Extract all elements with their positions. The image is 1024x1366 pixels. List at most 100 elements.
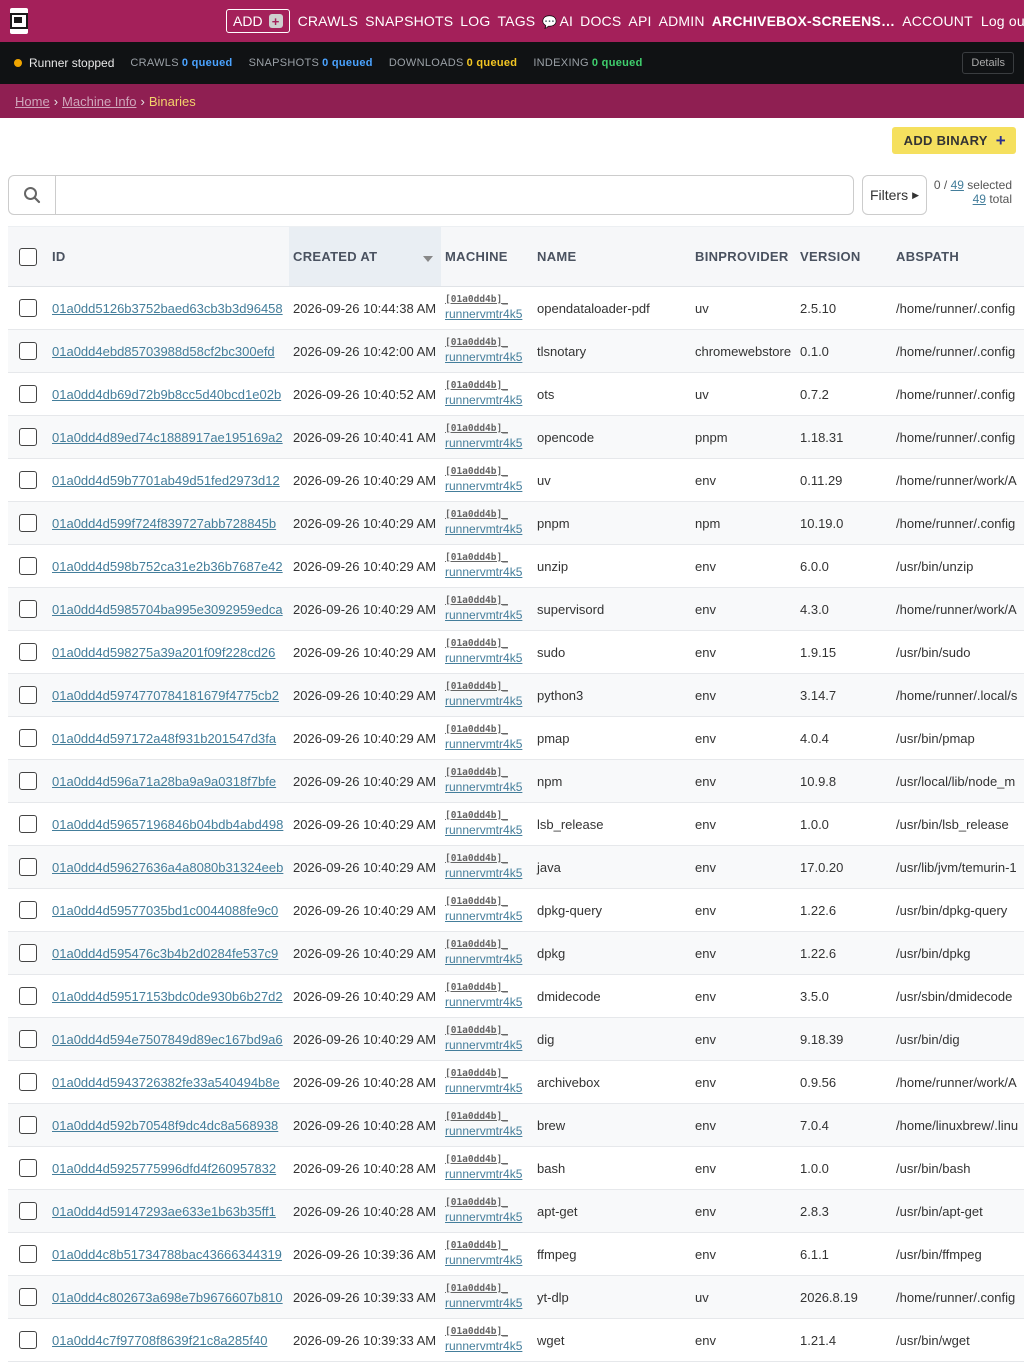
machine-id-link[interactable]: [01a0dd4b]_ [445,939,508,950]
table-row[interactable]: 01a0dd4d59517153bdc0de930b6b27d2 2026-09-… [8,974,1024,1018]
table-row[interactable]: 01a0dd4ebd85703988d58cf2bc300efd 2026-09-… [8,329,1024,373]
row-checkbox[interactable] [19,1030,37,1048]
machine-id-link[interactable]: [01a0dd4b]_ [445,509,508,520]
machine-host-link[interactable]: runnervmtr4k5 [445,393,522,407]
row-checkbox[interactable] [19,471,37,489]
nav-admin[interactable]: ADMIN [659,13,705,29]
nav-log[interactable]: LOG [460,13,490,29]
binary-id-link[interactable]: 01a0dd4d5943726382fe33a540494b8e [52,1075,280,1090]
row-checkbox[interactable] [19,428,37,446]
binary-id-link[interactable]: 01a0dd4c8b51734788bac43666344319 [52,1247,282,1262]
logout-link[interactable]: Log out [981,13,1024,29]
column-header-machine[interactable]: MACHINE [441,226,533,287]
row-checkbox[interactable] [19,299,37,317]
nav-account[interactable]: ACCOUNT [902,13,973,29]
binary-id-link[interactable]: 01a0dd4d598b752ca31e2b36b7687e42 [52,559,283,574]
column-header-version[interactable]: VERSION [796,226,892,287]
machine-id-link[interactable]: [01a0dd4b]_ [445,638,508,649]
table-row[interactable]: 01a0dd4d59577035bd1c0044088fe9c0 2026-09-… [8,888,1024,932]
binary-id-link[interactable]: 01a0dd4c7f97708f8639f21c8a285f40 [52,1333,267,1348]
row-checkbox[interactable] [19,1116,37,1134]
select-all-link[interactable]: 49 [951,178,964,192]
row-checkbox[interactable] [19,858,37,876]
binary-id-link[interactable]: 01a0dd4c802673a698e7b9676607b810 [52,1290,283,1305]
machine-id-link[interactable]: [01a0dd4b]_ [445,896,508,907]
binary-id-link[interactable]: 01a0dd4d59577035bd1c0044088fe9c0 [52,903,278,918]
binary-id-link[interactable]: 01a0dd4d5974770784181679f4775cb2 [52,688,279,703]
binary-id-link[interactable]: 01a0dd4d59147293ae633e1b63b35ff1 [52,1204,276,1219]
row-checkbox[interactable] [19,1073,37,1091]
row-checkbox[interactable] [19,342,37,360]
table-row[interactable]: 01a0dd4c802673a698e7b9676607b810 2026-09-… [8,1275,1024,1319]
table-row[interactable]: 01a0dd4d597172a48f931b201547d3fa 2026-09-… [8,716,1024,760]
row-checkbox[interactable] [19,1159,37,1177]
machine-id-link[interactable]: [01a0dd4b]_ [445,595,508,606]
machine-id-link[interactable]: [01a0dd4b]_ [445,1326,508,1337]
table-row[interactable]: 01a0dd4db69d72b9b8cc5d40bcd1e02b 2026-09-… [8,372,1024,416]
table-row[interactable]: 01a0dd4d5943726382fe33a540494b8e 2026-09-… [8,1060,1024,1104]
machine-host-link[interactable]: runnervmtr4k5 [445,608,522,622]
machine-id-link[interactable]: [01a0dd4b]_ [445,1025,508,1036]
machine-id-link[interactable]: [01a0dd4b]_ [445,1154,508,1165]
binary-id-link[interactable]: 01a0dd4d598275a39a201f09f228cd26 [52,645,275,660]
row-checkbox[interactable] [19,557,37,575]
row-checkbox[interactable] [19,643,37,661]
machine-host-link[interactable]: runnervmtr4k5 [445,1253,522,1267]
row-checkbox[interactable] [19,686,37,704]
machine-host-link[interactable]: runnervmtr4k5 [445,307,522,321]
machine-host-link[interactable]: runnervmtr4k5 [445,651,522,665]
row-checkbox[interactable] [19,1202,37,1220]
machine-host-link[interactable]: runnervmtr4k5 [445,780,522,794]
binary-id-link[interactable]: 01a0dd4d592b70548f9dc4dc8a568938 [52,1118,278,1133]
row-checkbox[interactable] [19,514,37,532]
table-row[interactable]: 01a0dd4d594e7507849d89ec167bd9a6 2026-09-… [8,1017,1024,1061]
machine-host-link[interactable]: runnervmtr4k5 [445,866,522,880]
machine-host-link[interactable]: runnervmtr4k5 [445,436,522,450]
table-row[interactable]: 01a0dd5126b3752baed63cb3b3d96458 2026-09-… [8,286,1024,330]
machine-host-link[interactable]: runnervmtr4k5 [445,522,522,536]
machine-id-link[interactable]: [01a0dd4b]_ [445,380,508,391]
table-row[interactable]: 01a0dd4d5985704ba995e3092959edca 2026-09-… [8,587,1024,631]
machine-id-link[interactable]: [01a0dd4b]_ [445,466,508,477]
binary-id-link[interactable]: 01a0dd4d596a71a28ba9a9a0318f7bfe [52,774,276,789]
machine-id-link[interactable]: [01a0dd4b]_ [445,337,508,348]
column-header-created-at[interactable]: CREATED AT [289,226,441,287]
search-icon[interactable] [9,176,56,214]
machine-host-link[interactable]: runnervmtr4k5 [445,565,522,579]
machine-id-link[interactable]: [01a0dd4b]_ [445,724,508,735]
row-checkbox[interactable] [19,815,37,833]
machine-id-link[interactable]: [01a0dd4b]_ [445,810,508,821]
binary-id-link[interactable]: 01a0dd4d599f724f839727abb728845b [52,516,276,531]
machine-id-link[interactable]: [01a0dd4b]_ [445,1283,508,1294]
binary-id-link[interactable]: 01a0dd4d5985704ba995e3092959edca [52,602,283,617]
nav-crawls[interactable]: CRAWLS [298,13,359,29]
table-row[interactable]: 01a0dd4d592b70548f9dc4dc8a568938 2026-09-… [8,1103,1024,1147]
binary-id-link[interactable]: 01a0dd4d595476c3b4b2d0284fe537c9 [52,946,278,961]
table-row[interactable]: 01a0dd4d59627636a4a8080b31324eeb 2026-09-… [8,845,1024,889]
binary-id-link[interactable]: 01a0dd4d59657196846b04bdb4abd498 [52,817,283,832]
row-checkbox[interactable] [19,1288,37,1306]
table-row[interactable]: 01a0dd4c8b51734788bac43666344319 2026-09-… [8,1232,1024,1276]
nav-api[interactable]: API [628,13,651,29]
machine-id-link[interactable]: [01a0dd4b]_ [445,423,508,434]
binary-id-link[interactable]: 01a0dd4db69d72b9b8cc5d40bcd1e02b [52,387,281,402]
machine-host-link[interactable]: runnervmtr4k5 [445,694,522,708]
table-row[interactable]: 01a0dd4d59147293ae633e1b63b35ff1 2026-09-… [8,1189,1024,1233]
machine-id-link[interactable]: [01a0dd4b]_ [445,1068,508,1079]
machine-id-link[interactable]: [01a0dd4b]_ [445,767,508,778]
add-button[interactable]: ADD + [226,9,290,33]
binary-id-link[interactable]: 01a0dd4d597172a48f931b201547d3fa [52,731,276,746]
machine-host-link[interactable]: runnervmtr4k5 [445,737,522,751]
column-header-binprovider[interactable]: BINPROVIDER [691,226,796,287]
binary-id-link[interactable]: 01a0dd4d59517153bdc0de930b6b27d2 [52,989,283,1004]
binary-id-link[interactable]: 01a0dd4d594e7507849d89ec167bd9a6 [52,1032,283,1047]
row-checkbox[interactable] [19,987,37,1005]
search-input[interactable] [56,176,853,214]
binary-id-link[interactable]: 01a0dd5126b3752baed63cb3b3d96458 [52,301,283,316]
nav-docs[interactable]: DOCS [580,13,621,29]
machine-id-link[interactable]: [01a0dd4b]_ [445,1197,508,1208]
row-checkbox[interactable] [19,901,37,919]
nav-ai[interactable]: 💬 AI [542,13,573,29]
machine-id-link[interactable]: [01a0dd4b]_ [445,982,508,993]
table-row[interactable]: 01a0dd4d59657196846b04bdb4abd498 2026-09-… [8,802,1024,846]
